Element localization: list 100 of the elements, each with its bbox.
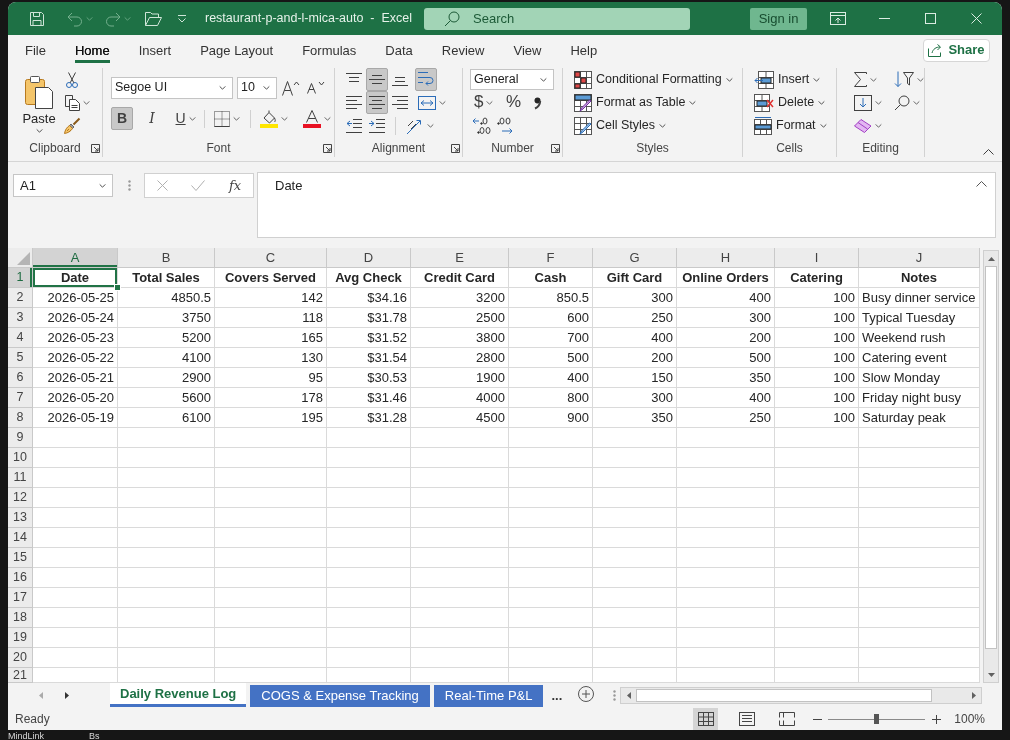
increase-decimal-button[interactable] bbox=[470, 114, 492, 137]
cell-styles-button[interactable]: Cell Styles bbox=[573, 114, 668, 137]
row-header[interactable]: 10 bbox=[8, 448, 33, 468]
search-field[interactable]: Search bbox=[424, 7, 691, 30]
insert-button[interactable]: Insert bbox=[753, 68, 823, 91]
column-header[interactable]: C bbox=[215, 248, 327, 268]
delete-button[interactable]: Delete bbox=[753, 91, 827, 114]
table-cell: Catering event bbox=[859, 348, 980, 368]
row-header[interactable]: 8 bbox=[8, 408, 33, 428]
sheet-tab[interactable]: Real-Time P&L bbox=[433, 684, 544, 707]
row-header[interactable]: 13 bbox=[8, 508, 33, 528]
ribbon-tab[interactable]: Data bbox=[385, 36, 413, 64]
table-cell: 200 bbox=[593, 348, 677, 368]
normal-view-button[interactable] bbox=[693, 708, 719, 730]
scrollbar-thumb[interactable] bbox=[636, 689, 932, 702]
column-header[interactable]: D bbox=[327, 248, 411, 268]
arrow-right-icon bbox=[971, 692, 976, 699]
group-label: Font bbox=[206, 140, 231, 156]
column-header[interactable]: I bbox=[775, 248, 859, 268]
format-button[interactable]: Format bbox=[753, 114, 828, 137]
name-box[interactable]: A1 bbox=[13, 174, 113, 197]
dialog-launcher-button[interactable] bbox=[448, 142, 462, 154]
align-middle-button[interactable] bbox=[366, 68, 388, 91]
insert-function-button[interactable]: fx bbox=[228, 176, 243, 195]
align-center-button[interactable] bbox=[366, 91, 388, 114]
formula-field[interactable]: Date bbox=[257, 172, 996, 238]
paste-button[interactable]: Paste bbox=[18, 68, 60, 140]
table-cell: 2026-05-24 bbox=[33, 308, 118, 328]
ribbon-tab[interactable]: View bbox=[513, 36, 542, 64]
fill-handle[interactable] bbox=[114, 284, 121, 291]
share-button[interactable]: Share bbox=[923, 38, 990, 62]
format-as-table-button[interactable]: Format as Table bbox=[573, 91, 698, 114]
row-header[interactable]: 12 bbox=[8, 488, 33, 508]
merge-icon bbox=[418, 95, 436, 110]
bold-button[interactable]: B bbox=[111, 107, 133, 130]
caret-icon bbox=[427, 123, 434, 128]
row-header[interactable]: 21 bbox=[8, 668, 33, 683]
new-sheet-button[interactable] bbox=[577, 685, 596, 704]
table-cell: 130 bbox=[215, 348, 327, 368]
sheet-tab[interactable]: Daily Revenue Log bbox=[110, 683, 247, 707]
customize-button[interactable] bbox=[176, 13, 188, 24]
sum-icon bbox=[854, 72, 867, 87]
collapse-ribbon-button[interactable] bbox=[982, 148, 995, 156]
row-header[interactable]: 4 bbox=[8, 328, 33, 348]
sheet-tab[interactable]: COGS & Expense Tracking bbox=[250, 684, 430, 707]
ribbon-tab[interactable]: File bbox=[25, 36, 46, 64]
page-break-icon bbox=[778, 712, 795, 726]
zoom-in-icon bbox=[931, 714, 941, 724]
row-header[interactable]: 9 bbox=[8, 428, 33, 448]
save-button[interactable] bbox=[28, 9, 46, 28]
ribbon-tab[interactable]: Review bbox=[441, 36, 485, 64]
row-header[interactable]: 19 bbox=[8, 628, 33, 648]
row-header[interactable]: 20 bbox=[8, 648, 33, 668]
conditional-formatting-button[interactable]: Conditional Formatting bbox=[573, 68, 734, 91]
zoom-slider-thumb[interactable] bbox=[874, 714, 880, 724]
row-header[interactable]: 1 bbox=[8, 268, 33, 288]
percent-button[interactable]: % bbox=[502, 91, 525, 114]
caret-icon bbox=[870, 77, 877, 82]
column-header[interactable]: G bbox=[593, 248, 677, 268]
row-header[interactable]: 3 bbox=[8, 308, 33, 328]
dialog-launcher-button[interactable] bbox=[320, 142, 334, 154]
row-header[interactable]: 16 bbox=[8, 568, 33, 588]
ribbon-tab[interactable]: Home bbox=[74, 36, 110, 64]
table-cell: $30.53 bbox=[327, 368, 411, 388]
row-header[interactable]: 2 bbox=[8, 288, 33, 308]
column-header[interactable]: J bbox=[859, 248, 980, 268]
column-header[interactable]: F bbox=[509, 248, 593, 268]
conditional-format-icon bbox=[574, 70, 592, 89]
table-cell: 100 bbox=[775, 308, 859, 328]
row-header[interactable]: 17 bbox=[8, 588, 33, 608]
horizontal-scrollbar[interactable] bbox=[620, 687, 982, 704]
row-header[interactable]: 14 bbox=[8, 528, 33, 548]
row-header[interactable]: 6 bbox=[8, 368, 33, 388]
vertical-scrollbar[interactable] bbox=[983, 250, 999, 683]
column-header[interactable]: B bbox=[118, 248, 215, 268]
open-button[interactable] bbox=[144, 10, 163, 27]
row-header[interactable]: 7 bbox=[8, 388, 33, 408]
underline-button[interactable]: U bbox=[171, 107, 201, 130]
ribbon-tab[interactable]: Insert bbox=[138, 36, 172, 64]
italic-button[interactable]: I bbox=[141, 107, 163, 130]
font-size-dropdown[interactable]: 10 bbox=[237, 76, 277, 99]
ribbon-tab[interactable]: Page Layout bbox=[200, 36, 274, 64]
dialog-launcher-button[interactable] bbox=[548, 142, 562, 154]
column-header[interactable]: H bbox=[677, 248, 775, 268]
row-header[interactable]: 5 bbox=[8, 348, 33, 368]
row-header[interactable]: 15 bbox=[8, 548, 33, 568]
row-header[interactable]: 18 bbox=[8, 608, 33, 628]
currency-button[interactable]: $ bbox=[470, 91, 498, 114]
column-header[interactable]: E bbox=[411, 248, 509, 268]
more-sheets-button[interactable]: ... bbox=[550, 686, 564, 705]
dialog-launcher-button[interactable] bbox=[88, 142, 102, 154]
number-format-dropdown[interactable]: General bbox=[470, 69, 554, 90]
ribbon-tab[interactable]: Formulas bbox=[302, 36, 357, 64]
scrollbar-thumb[interactable] bbox=[985, 266, 997, 649]
ribbon-tab[interactable]: Help bbox=[570, 36, 598, 64]
font-name-dropdown[interactable]: Segoe UI bbox=[111, 76, 233, 99]
zoom-in-button[interactable] bbox=[930, 712, 943, 726]
sign-in-button[interactable]: Sign in bbox=[750, 7, 807, 30]
row-header[interactable]: 11 bbox=[8, 468, 33, 488]
column-header[interactable]: A bbox=[33, 248, 118, 268]
